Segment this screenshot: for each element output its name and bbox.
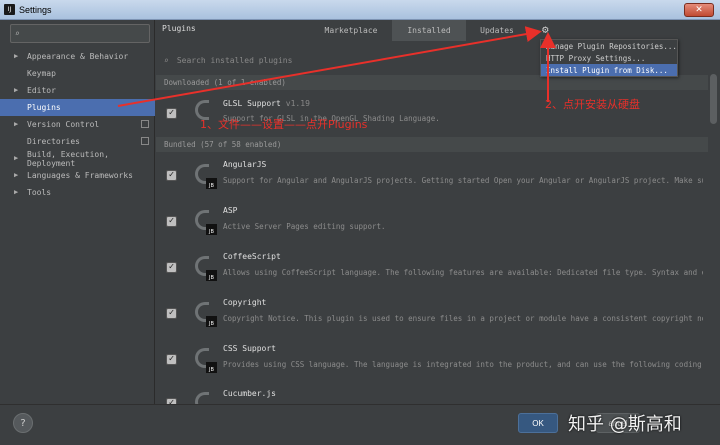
plugin-row[interactable]: ✓ JB ASP Active Server Pages editing sup… [156, 200, 708, 246]
sidebar-item-label: Tools [27, 188, 52, 197]
plugin-description: Active Server Pages editing support. [223, 222, 386, 231]
plugin-enabled-checkbox[interactable]: ✓ [166, 216, 177, 227]
plugin-name[interactable]: CSS Support [223, 344, 276, 353]
dialog-footer: ? OK ancel 知乎 @斯高和 [0, 404, 720, 445]
plugin-icon: JB [191, 208, 217, 235]
menu-item-manage-repositories[interactable]: Manage Plugin Repositories... [541, 40, 677, 52]
plugin-name[interactable]: Copyright [223, 298, 266, 307]
annotation-step2: 2、点开安装从硬盘 [545, 98, 640, 111]
sidebar-item-directories[interactable]: Directories [0, 133, 155, 150]
expand-arrow-icon[interactable]: ▶ [14, 86, 18, 94]
plugin-version: v1.19 [285, 99, 310, 108]
jetbrains-badge-icon: JB [206, 178, 217, 189]
plugin-icon: JB [191, 346, 217, 373]
page-title: Plugins [162, 24, 196, 33]
sidebar-item-version-control[interactable]: ▶ Version Control [0, 116, 155, 133]
sidebar-item-label: Version Control [27, 120, 100, 129]
sidebar-item-editor[interactable]: ▶ Editor [0, 82, 155, 99]
menu-item-install-from-disk[interactable]: Install Plugin from Disk... [541, 64, 677, 76]
expand-arrow-icon[interactable]: ▶ [14, 171, 18, 179]
plugins-header: Plugins Marketplace Installed Updates ⚙ [156, 20, 720, 41]
jetbrains-badge-icon: JB [206, 224, 217, 235]
plugin-description: Copyright Notice. This plugin is used to… [223, 314, 703, 323]
sidebar-item-label: Directories [27, 137, 80, 146]
plugin-enabled-checkbox[interactable]: ✓ [166, 170, 177, 181]
plugin-row[interactable]: ✓ JB CoffeeScript Allows using CoffeeScr… [156, 246, 708, 292]
tab-installed[interactable]: Installed [392, 20, 466, 41]
sidebar-item-languages[interactable]: ▶ Languages & Frameworks [0, 167, 155, 184]
sidebar-item-keymap[interactable]: Keymap [0, 65, 155, 82]
window-title: Settings [19, 4, 52, 15]
plugin-icon: JB [191, 254, 217, 281]
jetbrains-badge-icon: JB [206, 362, 217, 373]
sidebar-search-input[interactable]: ⌕ [10, 24, 150, 43]
plugin-row[interactable]: ✓ JB CSS Support Provides using CSS lang… [156, 338, 708, 384]
search-placeholder: Search installed plugins [176, 55, 293, 65]
plugin-enabled-checkbox[interactable]: ✓ [166, 354, 177, 365]
plugin-icon: JB [191, 162, 217, 189]
expand-arrow-icon[interactable]: ▶ [14, 188, 18, 196]
plugin-name[interactable]: ASP [223, 206, 237, 215]
project-settings-icon [141, 137, 149, 145]
section-downloaded: Downloaded (1 of 1 enabled) [156, 75, 708, 90]
plugin-row[interactable]: ✓ JB Copyright Copyright Notice. This pl… [156, 292, 708, 338]
plugin-row[interactable]: ✓ JB AngularJS Support for Angular and A… [156, 154, 708, 200]
plugin-enabled-checkbox[interactable]: ✓ [166, 308, 177, 319]
expand-arrow-icon[interactable]: ▶ [14, 52, 18, 60]
plugin-row[interactable]: ✓ Cucumber.js [156, 384, 708, 404]
section-bundled: Bundled (57 of 58 enabled) [156, 137, 708, 152]
project-settings-icon [141, 120, 149, 128]
search-icon: ⌕ [15, 29, 20, 38]
plugin-description: Provides using CSS language. The languag… [223, 360, 703, 369]
sidebar-item-label: Build, Execution, Deployment [27, 149, 109, 168]
ok-button[interactable]: OK [518, 413, 558, 433]
menu-item-http-proxy[interactable]: HTTP Proxy Settings... [541, 52, 677, 64]
close-button[interactable]: ✕ [684, 3, 714, 17]
settings-tree: ▶ Appearance & Behavior Keymap ▶ Editor Pl… [0, 48, 155, 201]
plugins-panel: Plugins Marketplace Installed Updates ⚙ … [156, 20, 720, 404]
jetbrains-badge-icon: JB [206, 316, 217, 327]
sidebar-item-label: Languages & Frameworks [27, 171, 133, 180]
sidebar-item-appearance[interactable]: ▶ Appearance & Behavior [0, 48, 155, 65]
gear-dropdown-menu: Manage Plugin Repositories... HTTP Proxy… [540, 39, 678, 77]
plugin-name[interactable]: Cucumber.js [223, 389, 276, 398]
sidebar-item-label: Appearance & Behavior [27, 52, 129, 61]
search-icon: ⌕ [164, 55, 169, 65]
sidebar-item-plugins[interactable]: Plugins [0, 99, 155, 116]
plugin-list-scrollbar[interactable] [708, 70, 720, 404]
jetbrains-badge-icon: JB [206, 270, 217, 281]
plugin-icon: JB [191, 300, 217, 327]
sidebar-item-tools[interactable]: ▶ Tools [0, 184, 155, 201]
sidebar-item-label: Plugins [27, 103, 61, 112]
settings-sidebar: ⌕ ▶ Appearance & Behavior Keymap ▶ Editor … [0, 20, 155, 404]
tab-marketplace[interactable]: Marketplace [310, 20, 392, 41]
sidebar-item-label: Keymap [27, 69, 56, 78]
scrollbar-thumb[interactable] [710, 74, 717, 124]
help-button[interactable]: ? [13, 413, 33, 433]
app-icon: IJ [4, 4, 15, 15]
expand-arrow-icon[interactable]: ▶ [14, 120, 18, 128]
sidebar-item-label: Editor [27, 86, 56, 95]
plugin-name[interactable]: GLSL Support v1.19 [223, 99, 310, 108]
sidebar-item-build[interactable]: ▶ Build, Execution, Deployment [0, 149, 155, 168]
plugin-enabled-checkbox[interactable]: ✓ [166, 108, 177, 119]
expand-arrow-icon[interactable]: ▶ [14, 154, 18, 162]
plugin-name[interactable]: AngularJS [223, 160, 266, 169]
plugin-icon [191, 390, 217, 404]
plugin-description: Allows using CoffeeScript language. The … [223, 268, 703, 277]
plugin-description: Support for Angular and AngularJS projec… [223, 176, 703, 185]
plugin-enabled-checkbox[interactable]: ✓ [166, 262, 177, 273]
gear-icon[interactable]: ⚙ [542, 24, 554, 36]
title-bar: IJ Settings ✕ [0, 0, 720, 20]
watermark: 知乎 @斯高和 [568, 414, 682, 435]
plugin-name[interactable]: CoffeeScript [223, 252, 281, 261]
annotation-step1: 1、文件——设置——点开Plugins [200, 118, 368, 131]
tab-updates[interactable]: Updates [466, 20, 528, 41]
